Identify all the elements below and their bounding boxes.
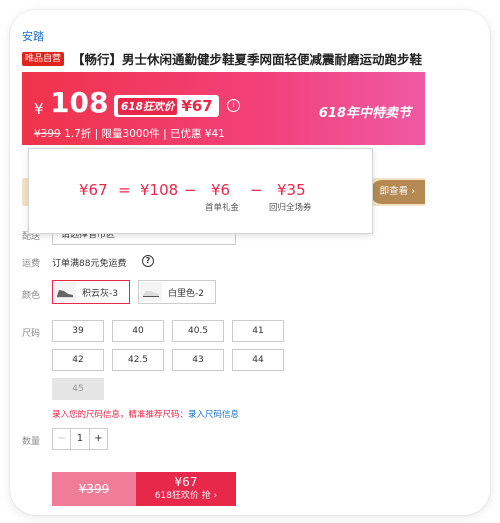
quantity-label: 数量 bbox=[22, 437, 41, 447]
current-price: 108 bbox=[50, 86, 109, 119]
store-tag: 唯品自营 bbox=[22, 52, 65, 66]
size-option-disabled: 45 bbox=[52, 378, 104, 400]
size-option[interactable]: 40.5 bbox=[172, 320, 224, 342]
quantity-value[interactable]: 1 bbox=[71, 429, 88, 449]
separator: | bbox=[94, 128, 99, 140]
size-hint: 录入您的尺码信息，精准推荐尺码：录入尺码信息 bbox=[52, 408, 239, 420]
promo-price: ¥67 bbox=[181, 97, 213, 115]
color-option-2[interactable]: 白里色-2 bbox=[138, 280, 216, 304]
promo-tag: 618狂欢价 bbox=[118, 97, 178, 115]
size-option[interactable]: 40 bbox=[112, 320, 164, 342]
shipping-text: 订单满88元免运费 bbox=[52, 259, 127, 269]
size-option[interactable]: 41 bbox=[232, 320, 284, 342]
equals-sign: = bbox=[118, 181, 131, 199]
info-icon[interactable]: i bbox=[227, 99, 240, 112]
saved-amount: 已优惠 ¥41 bbox=[169, 128, 225, 140]
product-card: 安踏 唯品自营 【畅行】男士休闲通勤健步鞋夏季网面轻便减震耐磨运动跑步鞋 ¥ 1… bbox=[10, 10, 490, 515]
promo-price-badge: 618狂欢价 ¥67 bbox=[114, 95, 219, 117]
buy-price: ¥67 bbox=[174, 475, 198, 489]
price-formula: ¥67 = ¥108 − ¥6 首单礼金 − ¥35 回归全场券 bbox=[29, 181, 372, 221]
original-price-button[interactable]: ¥399 bbox=[52, 472, 136, 506]
help-icon[interactable]: ? bbox=[142, 255, 154, 267]
price-banner: ¥ 108 618狂欢价 ¥67 i 618年中特卖节 ¥399 1.7折 | … bbox=[22, 72, 425, 145]
base-price: ¥108 bbox=[140, 181, 179, 199]
view-coupon-button[interactable]: 即查看 › bbox=[369, 180, 425, 204]
stock-limit: 限量3000件 bbox=[101, 128, 160, 140]
buy-label: 618狂欢价 抢 › bbox=[154, 491, 218, 501]
color-option-1[interactable]: 积云灰-3 bbox=[52, 280, 130, 304]
color-label: 颜色 bbox=[22, 291, 41, 301]
price-currency: ¥ bbox=[34, 100, 44, 118]
size-info-link[interactable]: 录入尺码信息 bbox=[188, 410, 239, 420]
discount-1-amount: ¥6 bbox=[211, 181, 231, 199]
final-price: ¥67 bbox=[79, 181, 108, 199]
price-breakdown-popup: ¥67 = ¥108 − ¥6 首单礼金 − ¥35 回归全场券 bbox=[28, 148, 373, 234]
discount-2-amount: ¥35 bbox=[277, 181, 306, 199]
shoe-thumbnail bbox=[140, 282, 162, 302]
size-option[interactable]: 39 bbox=[52, 320, 104, 342]
decrement-button[interactable]: − bbox=[53, 429, 72, 449]
separator: | bbox=[163, 128, 167, 140]
discount-1-label: 首单礼金 bbox=[205, 203, 240, 213]
buy-original-price: ¥399 bbox=[78, 482, 110, 496]
festival-label: 618年中特卖节 bbox=[318, 106, 411, 121]
discount: 1.7折 bbox=[64, 128, 92, 140]
minus-sign: − bbox=[184, 181, 197, 199]
discount-2-label: 回归全场券 bbox=[269, 203, 312, 213]
size-hint-text: 录入您的尺码信息，精准推荐尺码： bbox=[52, 410, 189, 420]
original-price: ¥399 bbox=[34, 128, 61, 140]
size-option[interactable]: 42 bbox=[52, 349, 104, 371]
buy-now-button[interactable]: ¥67 618狂欢价 抢 › bbox=[136, 472, 236, 506]
product-title: 【畅行】男士休闲通勤健步鞋夏季网面轻便减震耐磨运动跑步鞋 bbox=[72, 52, 423, 67]
color-option-label: 积云灰-3 bbox=[82, 288, 118, 299]
price-details: ¥399 1.7折 | 限量3000件 | 已优惠 ¥41 bbox=[34, 126, 225, 141]
color-option-label: 白里色-2 bbox=[168, 288, 204, 299]
shipping-label: 运费 bbox=[22, 259, 41, 269]
quantity-stepper: − 1 + bbox=[52, 428, 108, 450]
size-option[interactable]: 43 bbox=[172, 349, 224, 371]
increment-button[interactable]: + bbox=[88, 429, 107, 449]
size-option[interactable]: 42.5 bbox=[112, 349, 164, 371]
size-option[interactable]: 44 bbox=[232, 349, 284, 371]
brand-link[interactable]: 安踏 bbox=[22, 28, 44, 44]
size-label: 尺码 bbox=[22, 329, 41, 339]
minus-sign: − bbox=[250, 181, 263, 199]
shoe-thumbnail bbox=[54, 282, 76, 302]
